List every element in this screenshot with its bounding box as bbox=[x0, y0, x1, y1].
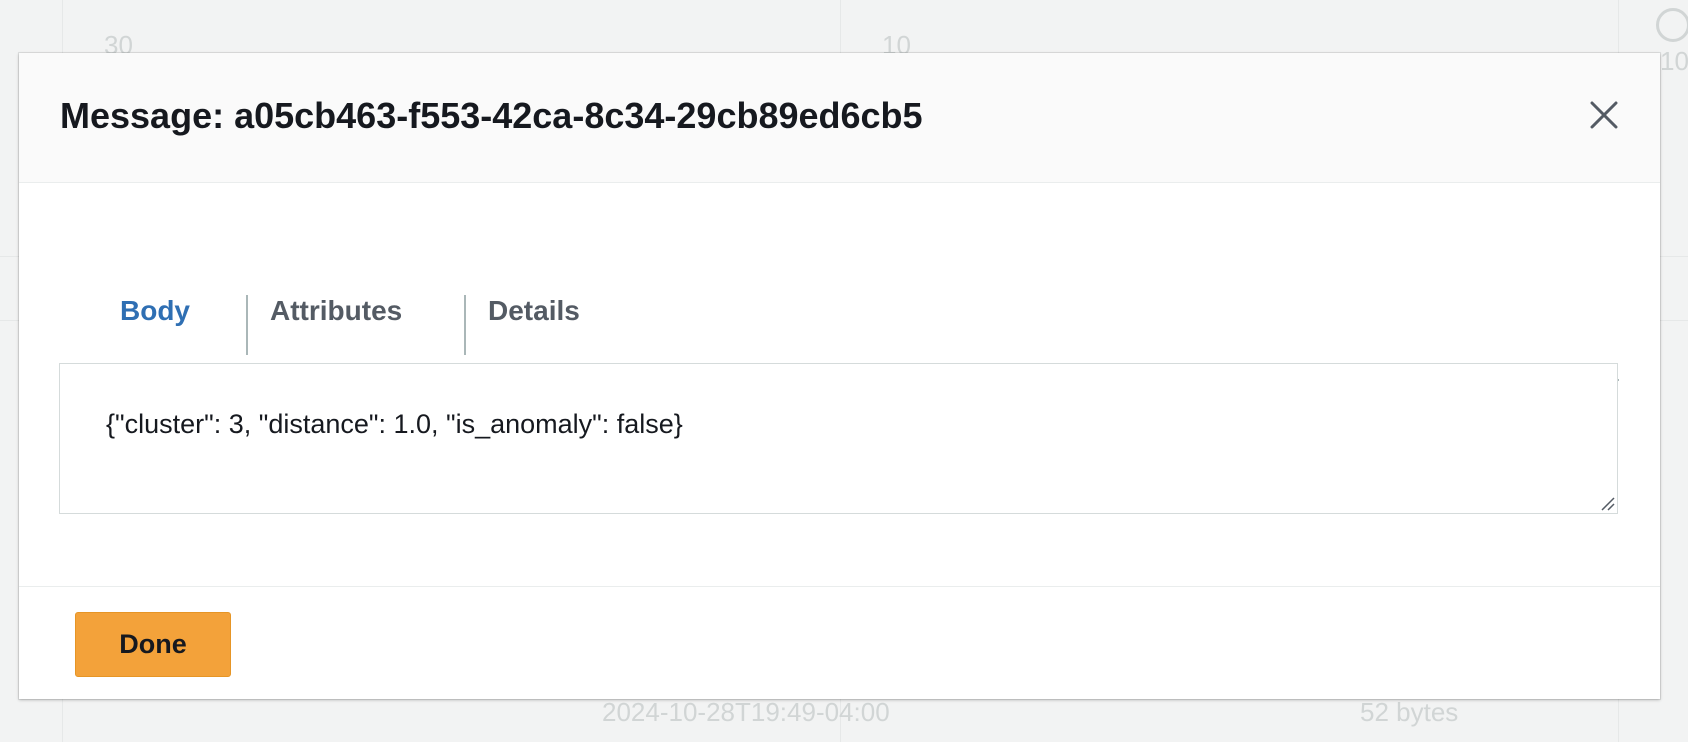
modal-title: Message: a05cb463-f553-42ca-8c34-29cb89e… bbox=[60, 95, 923, 136]
done-button[interactable]: Done bbox=[75, 612, 231, 677]
close-button[interactable] bbox=[1582, 93, 1626, 137]
tab-separator bbox=[464, 295, 466, 355]
background-timestamp: 2024-10-28T19:49-04:00 bbox=[602, 697, 890, 727]
modal-header: Message: a05cb463-f553-42ca-8c34-29cb89e… bbox=[19, 53, 1660, 183]
background-value: 10 bbox=[1660, 46, 1688, 76]
resize-handle-icon[interactable] bbox=[1599, 495, 1615, 511]
tab-attributes[interactable]: Attributes bbox=[270, 295, 402, 327]
check-circle-icon bbox=[1656, 8, 1688, 42]
modal-footer: Done bbox=[19, 586, 1660, 699]
message-body-text: {"cluster": 3, "distance": 1.0, "is_anom… bbox=[106, 409, 683, 439]
tab-separator bbox=[246, 295, 248, 355]
background-size: 52 bytes bbox=[1360, 697, 1459, 727]
message-modal: Message: a05cb463-f553-42ca-8c34-29cb89e… bbox=[19, 53, 1660, 699]
close-icon bbox=[1590, 101, 1618, 129]
tab-details[interactable]: Details bbox=[488, 295, 580, 327]
tab-body[interactable]: Body bbox=[120, 295, 190, 327]
message-body-textarea[interactable]: {"cluster": 3, "distance": 1.0, "is_anom… bbox=[59, 363, 1618, 514]
tab-list: Body Attributes Details bbox=[59, 243, 1619, 381]
